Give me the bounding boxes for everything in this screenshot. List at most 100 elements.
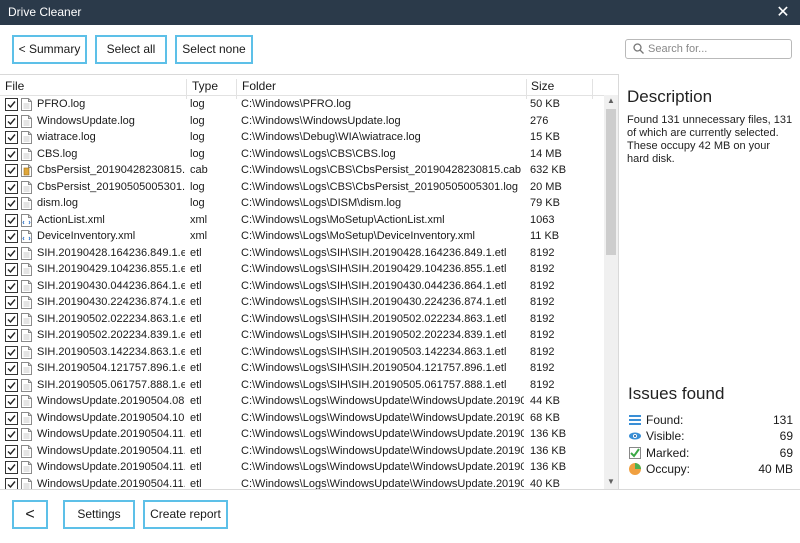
file-row[interactable]: dism.log log C:\Windows\Logs\DISM\dism.log… (0, 196, 604, 213)
row-checkbox[interactable] (5, 263, 18, 276)
file-row[interactable]: WindowsUpdate.20190504.08... etl C:\Window… (0, 394, 604, 411)
document-icon (21, 180, 32, 194)
back-button[interactable]: < (12, 500, 48, 529)
file-name: SIH.20190505.061757.888.1.etl (37, 378, 185, 391)
file-row[interactable]: CBS.log log C:\Windows\Logs\CBS\CBS.log 14 … (0, 147, 604, 164)
checkmark-icon (7, 315, 16, 323)
row-checkbox[interactable] (5, 312, 18, 326)
summary-button[interactable]: < Summary (12, 35, 87, 64)
file-type: etl (190, 362, 202, 374)
row-checkbox[interactable] (5, 180, 18, 194)
file-row[interactable]: SIH.20190502.202234.839.1.etl etl C:\Windo… (0, 328, 604, 345)
create-report-button[interactable]: Create report (143, 500, 228, 529)
checkmark-icon (7, 398, 16, 406)
row-checkbox[interactable] (5, 246, 18, 260)
description-text: Found 131 unnecessary files, 131 of whic… (627, 114, 793, 165)
file-row[interactable]: DeviceInventory.xml xml C:\Windows\Logs\Mo… (0, 229, 604, 246)
file-size: 20 MB (530, 180, 562, 193)
window-title: Drive Cleaner (8, 5, 82, 19)
checkmark-icon (7, 134, 16, 142)
row-checkbox[interactable] (5, 164, 18, 177)
file-name: WindowsUpdate.20190504.08... (37, 395, 185, 407)
row-checkbox[interactable] (5, 197, 18, 210)
select-none-button[interactable]: Select none (175, 35, 253, 64)
document-icon (21, 263, 32, 276)
file-row[interactable]: SIH.20190503.142234.863.1.etl etl C:\Windo… (0, 345, 604, 362)
file-row[interactable]: SIH.20190504.121757.896.1.etl etl C:\Windo… (0, 361, 604, 378)
document-icon (21, 428, 32, 441)
row-checkbox[interactable] (5, 411, 18, 425)
row-checkbox[interactable] (5, 428, 18, 441)
row-checkbox[interactable] (5, 131, 18, 144)
file-row[interactable]: WindowsUpdate.20190504.10... etl C:\Window… (0, 411, 604, 428)
file-folder: C:\Windows\Logs\WindowsUpdate\WindowsUpd… (241, 477, 524, 490)
row-checkbox[interactable] (5, 230, 18, 243)
file-row[interactable]: CbsPersist_20190505005301.log log C:\Windo… (0, 180, 604, 197)
row-checkbox[interactable] (5, 378, 18, 392)
file-folder: C:\Windows\Logs\WindowsUpdate\WindowsUpd… (241, 428, 524, 440)
scroll-thumb[interactable] (606, 109, 616, 255)
row-checkbox[interactable] (5, 147, 18, 161)
file-size: 79 KB (530, 197, 560, 209)
column-size[interactable]: Size (531, 79, 554, 93)
file-row[interactable]: SIH.20190505.061757.888.1.etl etl C:\Windo… (0, 378, 604, 395)
file-name: dism.log (37, 197, 78, 209)
marked-value: 69 (779, 446, 793, 460)
file-row[interactable]: WindowsUpdate.20190504.11... etl C:\Window… (0, 444, 604, 461)
row-checkbox[interactable] (5, 395, 18, 408)
row-checkbox[interactable] (5, 279, 18, 293)
row-checkbox[interactable] (5, 461, 18, 474)
row-checkbox[interactable] (5, 114, 18, 128)
file-size: 8192 (530, 345, 555, 358)
file-row[interactable]: WindowsUpdate.20190504.11... etl C:\Window… (0, 460, 604, 477)
file-row[interactable]: WindowsUpdate.20190504.11... etl C:\Window… (0, 427, 604, 444)
checkmark-icon (7, 282, 16, 290)
row-checkbox[interactable] (5, 213, 18, 227)
file-row[interactable]: wiatrace.log log C:\Windows\Debug\WIA\wiat… (0, 130, 604, 147)
row-checkbox[interactable] (5, 98, 18, 111)
file-size: 50 KB (530, 98, 560, 110)
file-folder: C:\Windows\Logs\SIH\SIH.20190430.044236.… (241, 279, 507, 292)
file-row[interactable]: SIH.20190430.224236.874.1.etl etl C:\Windo… (0, 295, 604, 312)
document-icon (21, 114, 32, 128)
column-type[interactable]: Type (192, 79, 218, 93)
file-name: WindowsUpdate.20190504.11... (37, 428, 185, 440)
scroll-up-icon[interactable]: ▲ (604, 96, 618, 108)
search-input[interactable]: Search for... (625, 39, 792, 59)
settings-button[interactable]: Settings (63, 500, 135, 529)
checkmark-icon (7, 431, 16, 439)
checkmark-icon (7, 150, 16, 158)
file-row[interactable]: SIH.20190430.044236.864.1.etl etl C:\Windo… (0, 279, 604, 296)
file-row[interactable]: ActionList.xml xml C:\Windows\Logs\MoSetup… (0, 213, 604, 230)
file-folder: C:\Windows\Logs\DISM\dism.log (241, 197, 402, 209)
row-checkbox[interactable] (5, 345, 18, 359)
row-checkbox[interactable] (5, 362, 18, 375)
search-placeholder: Search for... (648, 43, 708, 55)
scroll-down-icon[interactable]: ▼ (604, 477, 618, 489)
close-icon[interactable]: ✕ (766, 0, 800, 25)
file-size: 8192 (530, 378, 555, 391)
file-type: etl (190, 428, 202, 440)
column-file[interactable]: File (5, 79, 24, 93)
file-row[interactable]: CbsPersist_20190428230815.cab cab C:\Windo… (0, 163, 604, 180)
file-row[interactable]: SIH.20190428.164236.849.1.etl etl C:\Windo… (0, 246, 604, 263)
file-name: CBS.log (37, 147, 78, 160)
file-row[interactable]: PFRO.log log C:\Windows\PFRO.log 50 KB (0, 97, 604, 114)
file-type: etl (190, 461, 202, 473)
file-type: log (190, 131, 205, 143)
checkmark-icon (7, 348, 16, 356)
file-size: 14 MB (530, 147, 562, 160)
file-folder: C:\Windows\WindowsUpdate.log (241, 114, 401, 127)
row-checkbox[interactable] (5, 444, 18, 458)
stat-occupy: Occupy: 40 MB (629, 462, 793, 478)
file-row[interactable]: WindowsUpdate.log log C:\Windows\WindowsUp… (0, 114, 604, 131)
select-all-button[interactable]: Select all (95, 35, 167, 64)
file-row[interactable]: SIH.20190502.022234.863.1.etl etl C:\Windo… (0, 312, 604, 329)
row-checkbox[interactable] (5, 296, 18, 309)
column-folder[interactable]: Folder (242, 79, 276, 93)
file-row[interactable]: SIH.20190429.104236.855.1.etl etl C:\Windo… (0, 262, 604, 279)
row-checkbox[interactable] (5, 329, 18, 342)
vertical-scrollbar[interactable]: ▲ ▼ (604, 95, 618, 490)
file-folder: C:\Windows\Logs\WindowsUpdate\WindowsUpd… (241, 461, 524, 473)
checkmark-icon (7, 332, 16, 340)
